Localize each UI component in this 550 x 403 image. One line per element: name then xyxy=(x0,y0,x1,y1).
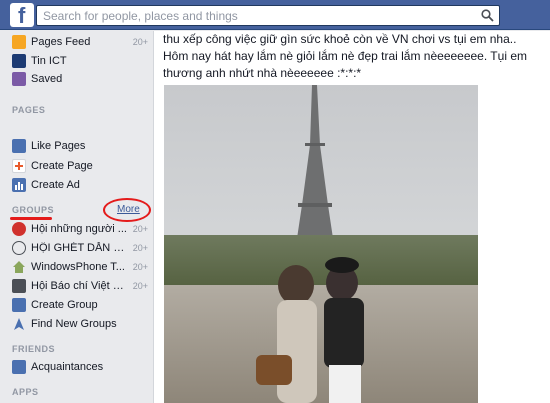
sidebar-item-count: 20+ xyxy=(132,37,148,47)
sidebar-item-label: Create Group xyxy=(31,299,98,311)
acquaintances-icon xyxy=(12,360,26,374)
search-input[interactable] xyxy=(37,6,467,25)
skull-icon xyxy=(12,241,26,255)
sidebar-item-label: Tin ICT xyxy=(31,55,67,67)
more-annotation-circle xyxy=(103,198,151,222)
sidebar-item-group-1[interactable]: Hội những người ... 20+ xyxy=(12,220,148,238)
sidebar-item-saved[interactable]: Saved xyxy=(12,70,148,88)
like-pages-icon xyxy=(12,139,26,153)
pages-section-header: PAGES xyxy=(12,105,46,115)
create-group-icon xyxy=(12,298,26,312)
sidebar-item-label: Like Pages xyxy=(31,140,86,152)
sidebar-item-label: WindowsPhone T... xyxy=(31,261,125,273)
camera-icon xyxy=(12,279,26,293)
sidebar-item-label: Acquaintances xyxy=(31,361,104,373)
post-photo[interactable] xyxy=(164,85,478,403)
friends-section-header: FRIENDS xyxy=(12,344,56,354)
post-text: thu xếp công việc giữ gìn sức khoẻ còn v… xyxy=(163,32,527,80)
sidebar-item-group-4[interactable]: Hội Báo chí Việt N... 20+ xyxy=(12,277,148,295)
sidebar-item-label: Find New Groups xyxy=(31,318,117,330)
sidebar-item-tin-ict[interactable]: Tin ICT xyxy=(12,52,148,70)
create-ad-chart-icon xyxy=(12,178,26,192)
sidebar-item-count: 20+ xyxy=(132,224,148,234)
groups-section-header: GROUPS xyxy=(12,205,55,215)
tin-ict-page-icon xyxy=(12,54,26,68)
sidebar-item-label: HỘI GHÉT DẪN B... xyxy=(31,242,129,254)
sidebar-item-create-group[interactable]: Create Group xyxy=(12,296,148,314)
sidebar-item-pages-feed[interactable]: Pages Feed 20+ xyxy=(12,33,148,51)
search-box[interactable] xyxy=(36,5,500,26)
people-in-photo xyxy=(256,257,364,403)
sidebar-item-like-pages[interactable]: Like Pages xyxy=(12,137,148,155)
sidebar-item-count: 20+ xyxy=(132,243,148,253)
facebook-logo-icon[interactable]: f xyxy=(10,3,34,28)
sidebar-item-label: Hội những người ... xyxy=(31,223,127,235)
sidebar-item-group-3[interactable]: WindowsPhone T... 20+ xyxy=(12,258,148,276)
left-sidebar: Pages Feed 20+ Tin ICT Saved PAGES Like … xyxy=(0,31,152,403)
sidebar-item-label: Pages Feed xyxy=(31,36,91,48)
sidebar-item-label: Create Ad xyxy=(31,179,80,191)
search-icon[interactable] xyxy=(481,9,494,22)
sidebar-item-label: Saved xyxy=(31,73,63,85)
sidebar-item-label: Create Page xyxy=(31,160,93,172)
sidebar-item-find-new-groups[interactable]: Find New Groups xyxy=(12,315,148,333)
apple-icon xyxy=(12,222,26,236)
pages-feed-icon xyxy=(12,35,26,49)
sidebar-item-count: 20+ xyxy=(132,262,148,272)
top-bar: f xyxy=(0,0,550,30)
sidebar-item-group-2[interactable]: HỘI GHÉT DẪN B... 20+ xyxy=(12,239,148,257)
find-groups-icon xyxy=(12,317,26,331)
create-page-icon xyxy=(12,159,26,173)
sidebar-item-acquaintances[interactable]: Acquaintances xyxy=(12,358,148,376)
sidebar-item-count: 20+ xyxy=(132,281,148,291)
house-icon xyxy=(12,260,26,274)
sidebar-item-label: Hội Báo chí Việt N... xyxy=(31,280,129,292)
news-feed: thu xếp công việc giữ gìn sức khoẻ còn v… xyxy=(153,31,550,403)
sidebar-item-create-ad[interactable]: Create Ad xyxy=(12,176,148,194)
saved-bookmark-icon xyxy=(12,72,26,86)
apps-section-header: APPS xyxy=(12,387,39,397)
sidebar-item-create-page[interactable]: Create Page xyxy=(12,157,148,175)
